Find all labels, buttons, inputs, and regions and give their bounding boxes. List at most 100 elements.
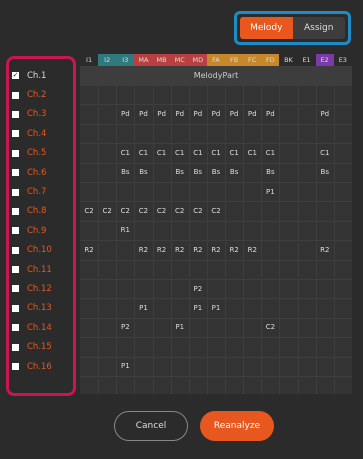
channel-checkbox[interactable]: [12, 285, 19, 293]
assign-tab[interactable]: Assign: [292, 17, 345, 39]
channel-checkbox[interactable]: ✓: [12, 72, 19, 80]
channel-row[interactable]: Ch.3: [12, 105, 74, 124]
channel-row[interactable]: Ch.16: [12, 357, 74, 376]
channel-checkbox[interactable]: [12, 227, 19, 235]
grid-cell[interactable]: C2: [207, 201, 225, 220]
channel-row[interactable]: Ch.5: [12, 144, 74, 163]
grid-cell[interactable]: Bs: [189, 163, 207, 182]
grid-cell[interactable]: Bs: [207, 163, 225, 182]
channel-row[interactable]: Ch.15: [12, 337, 74, 356]
grid-cell[interactable]: Bs: [261, 163, 279, 182]
channel-checkbox[interactable]: [12, 110, 19, 118]
channel-checkbox[interactable]: [12, 130, 19, 138]
column-header: FD: [261, 54, 280, 66]
channel-row[interactable]: Ch.2: [12, 85, 74, 104]
grid-cell[interactable]: R1: [116, 221, 134, 240]
channel-checkbox[interactable]: [12, 149, 19, 157]
grid-cell[interactable]: C2: [116, 201, 134, 220]
column-header: E3: [333, 54, 352, 66]
grid-cell[interactable]: P1: [134, 298, 152, 317]
grid-cell[interactable]: C2: [153, 201, 171, 220]
grid-cell[interactable]: R2: [316, 240, 334, 259]
cancel-button[interactable]: Cancel: [114, 411, 188, 441]
grid-cell[interactable]: R2: [207, 240, 225, 259]
channel-label: Ch.8: [27, 206, 47, 217]
channel-checkbox[interactable]: [12, 207, 19, 215]
channel-row[interactable]: ✓ Ch.1: [12, 66, 74, 85]
channel-checkbox[interactable]: [12, 188, 19, 196]
channel-checkbox[interactable]: [12, 343, 19, 351]
grid-cell[interactable]: Bs: [116, 163, 134, 182]
grid-cell[interactable]: Pd: [316, 104, 334, 123]
channel-row[interactable]: Ch.13: [12, 299, 74, 318]
channel-row[interactable]: Ch.11: [12, 260, 74, 279]
grid-cell[interactable]: R2: [134, 240, 152, 259]
channel-row[interactable]: Ch.12: [12, 279, 74, 298]
channel-row[interactable]: Ch.9: [12, 221, 74, 240]
grid-cell[interactable]: P2: [189, 279, 207, 298]
grid-cell[interactable]: Bs: [316, 163, 334, 182]
channel-checkbox[interactable]: [12, 324, 19, 332]
channel-checkbox[interactable]: [12, 266, 19, 274]
grid-cell[interactable]: P1: [171, 318, 189, 337]
grid-cell[interactable]: P1: [189, 298, 207, 317]
grid-cell[interactable]: Pd: [207, 104, 225, 123]
grid-cell[interactable]: C2: [171, 201, 189, 220]
grid-cell[interactable]: Pd: [153, 104, 171, 123]
grid-cell[interactable]: C2: [98, 201, 116, 220]
grid-cell[interactable]: C1: [316, 143, 334, 162]
grid-cell[interactable]: Pd: [134, 104, 152, 123]
grid-cell[interactable]: Pd: [116, 104, 134, 123]
grid-cell[interactable]: Pd: [225, 104, 243, 123]
grid-cell[interactable]: Pd: [189, 104, 207, 123]
grid-cell[interactable]: R2: [171, 240, 189, 259]
grid-cell[interactable]: Bs: [171, 163, 189, 182]
grid-cell[interactable]: R2: [225, 240, 243, 259]
grid-cell[interactable]: C2: [134, 201, 152, 220]
grid-cell[interactable]: R2: [243, 240, 261, 259]
column-header: MA: [134, 54, 153, 66]
grid-cell[interactable]: C2: [189, 201, 207, 220]
grid-cell[interactable]: R2: [80, 240, 98, 259]
channel-checkbox[interactable]: [12, 91, 19, 99]
channel-row[interactable]: Ch.10: [12, 241, 74, 260]
grid-cell[interactable]: P1: [207, 298, 225, 317]
grid-cell[interactable]: C1: [225, 143, 243, 162]
grid-body: MelodyPart Pd Pd Pd Pd Pd Pd Pd Pd Pd Pd C1 C1 C1 C1 C…: [80, 66, 352, 394]
grid-cell[interactable]: C1: [243, 143, 261, 162]
grid-cell[interactable]: P1: [116, 357, 134, 376]
grid-cell[interactable]: Pd: [243, 104, 261, 123]
melody-part-row: MelodyPart: [80, 66, 352, 85]
channel-row[interactable]: Ch.8: [12, 202, 74, 221]
grid-cell[interactable]: Bs: [225, 163, 243, 182]
grid-row-line: [80, 259, 352, 261]
channel-checkbox[interactable]: [12, 304, 19, 312]
channel-row[interactable]: Ch.7: [12, 182, 74, 201]
grid-cell[interactable]: Pd: [171, 104, 189, 123]
grid-row-line: [80, 279, 352, 280]
channel-row[interactable]: Ch.6: [12, 163, 74, 182]
reanalyze-button[interactable]: Reanalyze: [200, 411, 274, 441]
grid-cell[interactable]: C1: [189, 143, 207, 162]
grid-cell[interactable]: C1: [261, 143, 279, 162]
channel-row[interactable]: Ch.4: [12, 124, 74, 143]
channel-checkbox[interactable]: [12, 363, 19, 371]
grid-cell[interactable]: C1: [134, 143, 152, 162]
grid-cell[interactable]: C1: [116, 143, 134, 162]
grid-cell[interactable]: R2: [153, 240, 171, 259]
mode-toggle: Melody Assign: [240, 17, 345, 39]
grid-cell[interactable]: C1: [207, 143, 225, 162]
grid-cell[interactable]: C1: [153, 143, 171, 162]
channel-row[interactable]: Ch.14: [12, 318, 74, 337]
grid-cell[interactable]: C2: [80, 201, 98, 220]
channel-checkbox[interactable]: [12, 246, 19, 254]
grid-cell[interactable]: C1: [171, 143, 189, 162]
melody-tab[interactable]: Melody: [240, 17, 293, 39]
grid-cell[interactable]: R2: [189, 240, 207, 259]
channel-checkbox[interactable]: [12, 169, 19, 177]
grid-cell[interactable]: Bs: [134, 163, 152, 182]
grid-cell[interactable]: P1: [261, 182, 279, 201]
grid-cell[interactable]: P2: [116, 318, 134, 337]
grid-cell[interactable]: Pd: [261, 104, 279, 123]
grid-cell[interactable]: C2: [261, 318, 279, 337]
